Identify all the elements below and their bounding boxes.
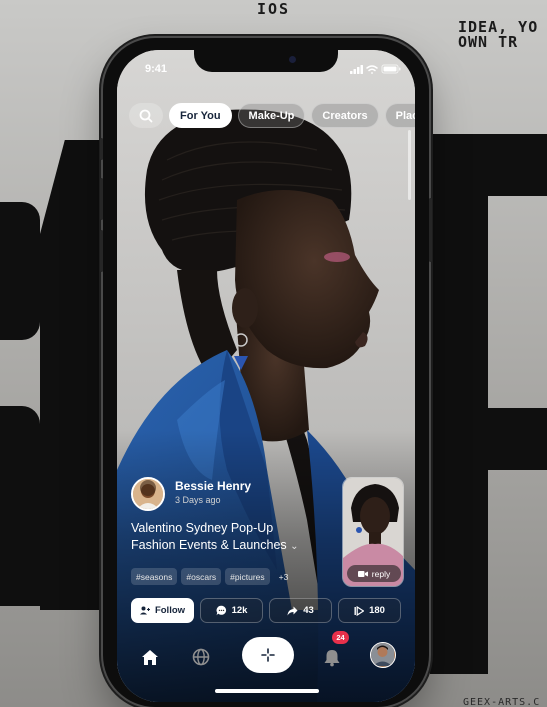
sparkle-plus-icon [261, 648, 275, 662]
status-time: 9:41 [145, 63, 168, 75]
bottom-tab-bar: 24 [117, 631, 415, 683]
tab-place[interactable]: Place [384, 103, 415, 128]
views-button[interactable]: 180 [338, 598, 401, 623]
signal-icon [350, 65, 363, 74]
poster-shape [430, 134, 488, 674]
author-name[interactable]: Bessie Henry [175, 479, 251, 493]
scroll-indicator[interactable] [408, 130, 411, 200]
post-actions: Follow 12k 43 180 [131, 598, 401, 623]
tab-notifications[interactable] [320, 645, 344, 669]
battery-icon [381, 64, 401, 74]
category-tabs: For You Make-Up Creators Place [129, 103, 415, 128]
tag-seasons[interactable]: #seasons [131, 568, 178, 585]
share-arrow-icon [287, 606, 298, 615]
comment-button[interactable]: 12k [200, 598, 263, 623]
tab-explore[interactable] [189, 645, 213, 669]
reply-video-thumbnail[interactable]: reply [342, 477, 404, 587]
create-button[interactable] [242, 637, 294, 673]
add-user-icon [139, 606, 150, 615]
status-icons [350, 64, 401, 74]
phone-side-button [100, 178, 103, 220]
poster-right-text: IDEA, YO OWN TR [458, 18, 539, 51]
notch [194, 50, 338, 72]
poster-shape [0, 202, 40, 340]
tab-home[interactable] [138, 645, 162, 669]
tag-oscars[interactable]: #oscars [181, 568, 222, 585]
phone-screen: 9:41 For You Make-Up Creators Pla Bessie… [117, 50, 415, 702]
home-icon [142, 649, 158, 665]
comment-icon [216, 605, 226, 616]
reply-button[interactable]: reply [347, 565, 401, 582]
tab-make-up[interactable]: Make-Up [237, 103, 306, 128]
comment-count: 12k [231, 605, 248, 616]
poster-shape [40, 140, 102, 610]
reply-label: reply [371, 568, 391, 579]
poster-top-label: IOS [256, 0, 291, 18]
author-avatar[interactable] [131, 477, 165, 511]
views-icon [354, 605, 365, 616]
search-button[interactable] [129, 103, 163, 128]
poster-bottom-text: GEEX-ARTS.C [463, 697, 541, 707]
wifi-icon [366, 65, 378, 74]
author-avatar-image [133, 479, 163, 509]
profile-avatar[interactable] [370, 642, 396, 668]
poster-shape [0, 406, 40, 606]
search-icon [139, 109, 153, 122]
notification-badge: 24 [332, 631, 349, 644]
views-count: 180 [369, 605, 385, 616]
tab-for-you[interactable]: For You [169, 103, 232, 128]
phone-frame: 9:41 For You Make-Up Creators Pla Bessie… [100, 38, 432, 707]
globe-icon [192, 648, 210, 666]
poster-shape [488, 408, 547, 470]
front-camera [289, 56, 296, 63]
phone-side-button [100, 230, 103, 272]
post-title[interactable]: Valentino Sydney Pop-Up Fashion Events &… [131, 520, 341, 555]
post-timestamp: 3 Days ago [175, 495, 221, 505]
tag-list: #seasons #oscars #pictures +3 [131, 568, 293, 585]
tag-more[interactable]: +3 [274, 568, 294, 585]
chevron-down-icon[interactable]: ⌄ [290, 541, 298, 552]
video-camera-icon [357, 570, 368, 577]
profile-avatar-image [371, 643, 394, 666]
share-count: 43 [303, 605, 314, 616]
post-title-line-2: Fashion Events & Launches [131, 538, 287, 552]
tag-pictures[interactable]: #pictures [225, 568, 270, 585]
share-button[interactable]: 43 [269, 598, 332, 623]
follow-label: Follow [154, 605, 186, 616]
post-title-line-1: Valentino Sydney Pop-Up [131, 521, 274, 535]
phone-side-button [100, 138, 103, 160]
tab-creators[interactable]: Creators [311, 103, 379, 128]
follow-button[interactable]: Follow [131, 598, 194, 623]
bell-icon [324, 649, 340, 666]
phone-side-button [429, 198, 432, 262]
home-indicator[interactable] [215, 689, 319, 693]
